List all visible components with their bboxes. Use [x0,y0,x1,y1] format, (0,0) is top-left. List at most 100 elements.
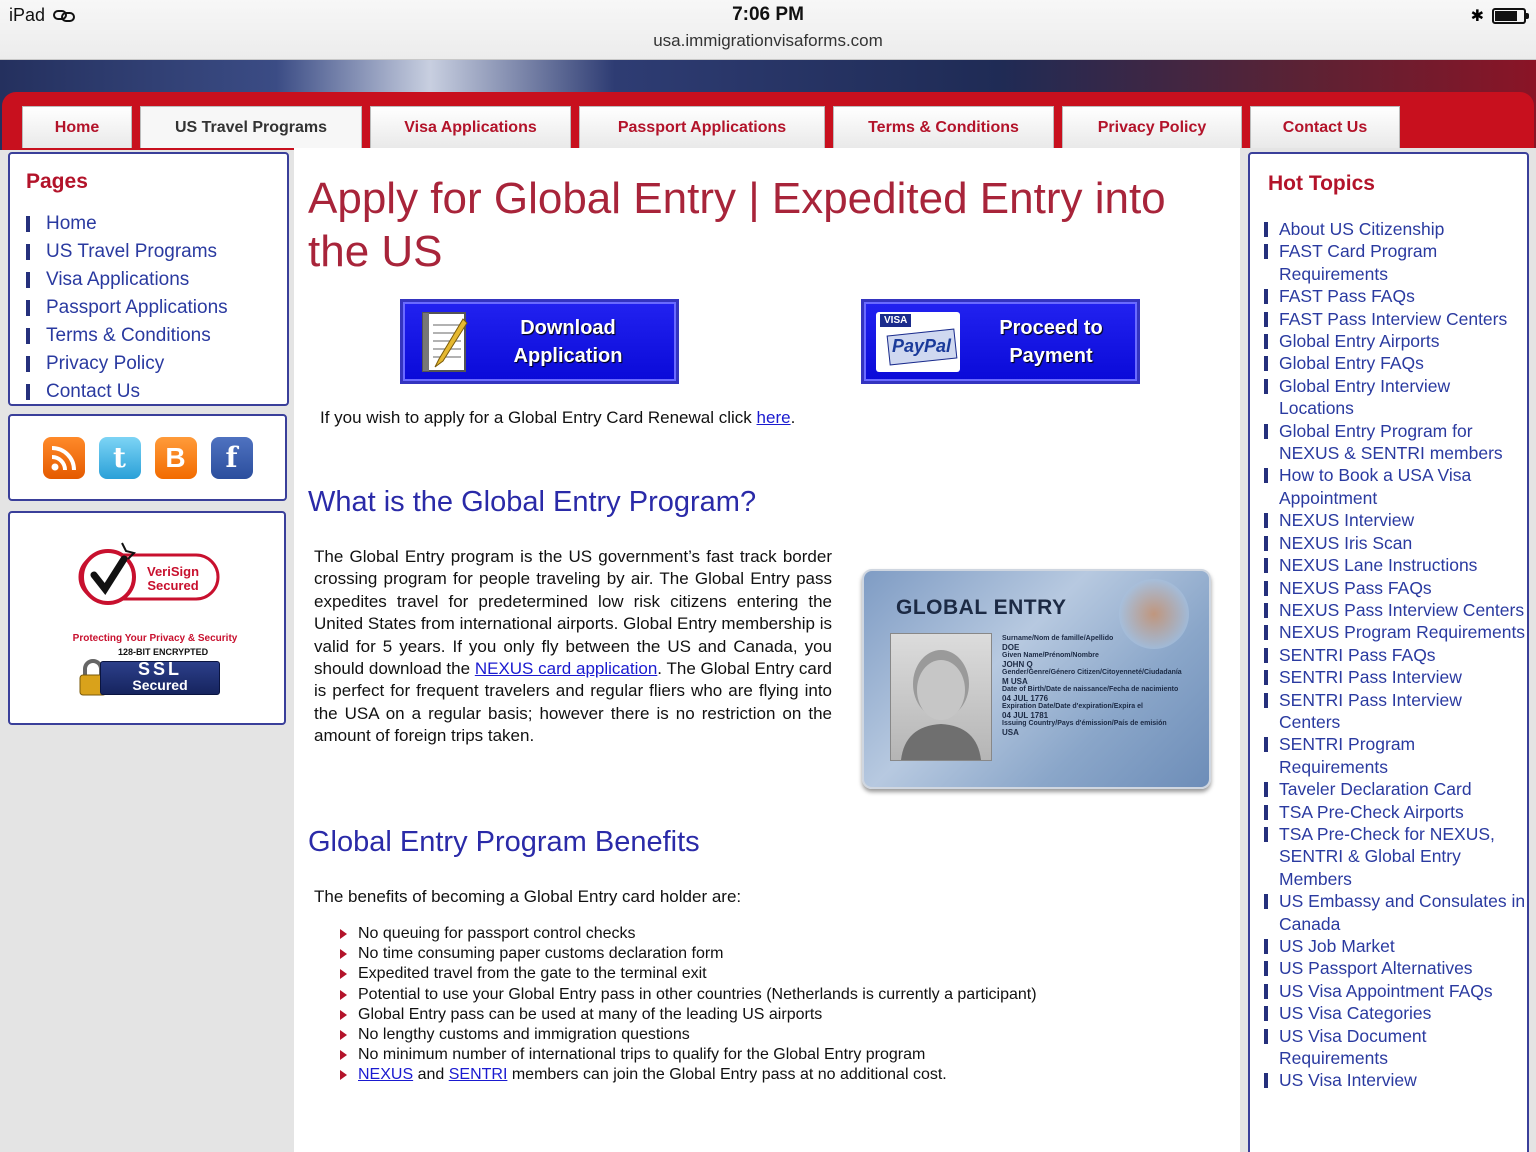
hot-topic-link[interactable]: About US Citizenship [1264,218,1526,240]
sentri-link[interactable]: SENTRI [449,1066,508,1084]
pages-box: Pages Home US Travel Programs Visa Applica… [8,152,289,406]
status-right: ✱ [1470,6,1529,26]
twitter-icon[interactable]: t [98,436,141,479]
rss-icon[interactable] [42,436,85,479]
nav-tab-terms-conditions[interactable]: Terms & Conditions [833,106,1054,148]
benefit-text: Potential to use your Global Entry pass … [358,985,1037,1003]
bullet-bar [26,244,30,260]
bullet-bar [26,272,30,288]
bullet-arrow-icon [340,949,347,960]
hot-topic-link[interactable]: US Visa Interview [1264,1069,1526,1091]
nav-tab-visa-applications[interactable]: Visa Applications [370,106,571,148]
sidebar-item[interactable]: Privacy Policy [26,350,228,378]
nav-tab-contact-us[interactable]: Contact Us [1250,106,1400,148]
renewal-link[interactable]: here [757,408,791,427]
sidebar-item-label: Visa Applications [46,269,190,290]
benefit-item: Global Entry pass can be used at many of… [340,1005,1037,1025]
hot-topic-link[interactable]: US Embassy and Consulates in Canada [1264,890,1526,935]
battery-icon [1492,8,1529,24]
benefit-text: Expedited travel from the gate to the te… [358,965,707,983]
sidebar-item-label: Home [46,213,97,234]
bullet-bar [26,328,30,344]
nav-tab-home[interactable]: Home [22,106,132,148]
nexus-link[interactable]: NEXUS [358,1066,413,1084]
sidebar-item-label: Contact Us [46,381,140,402]
hot-topic-link[interactable]: US Passport Alternatives [1264,957,1526,979]
hot-topic-link[interactable]: NEXUS Interview [1264,509,1526,531]
bullet-arrow-icon [340,1030,347,1041]
hot-topic-link[interactable]: Global Entry Interview Locations [1264,375,1526,420]
hot-topic-link[interactable]: FAST Pass FAQs [1264,285,1526,307]
nav-tab-privacy-policy[interactable]: Privacy Policy [1062,106,1242,148]
hot-topic-link[interactable]: NEXUS Pass FAQs [1264,577,1526,599]
benefit-item: No queuing for passport control checks [340,924,1037,944]
card-line: M USA [1002,676,1028,686]
hot-topic-link[interactable]: How to Book a USA Visa Appointment [1264,464,1526,509]
hot-topic-link[interactable]: Global Entry Program for NEXUS & SENTRI … [1264,420,1526,465]
bullet-bar [26,356,30,372]
card-title: GLOBAL ENTRY [896,596,1067,619]
card-line: Issuing Country/Pays d'émission/País de … [1002,720,1167,727]
benefit-item: Potential to use your Global Entry pass … [340,985,1037,1005]
hot-topic-link[interactable]: TSA Pre-Check for NEXUS, SENTRI & Global… [1264,823,1526,890]
hot-topic-link[interactable]: SENTRI Pass Interview Centers [1264,689,1526,734]
hot-topic-link[interactable]: SENTRI Pass Interview [1264,666,1526,688]
hot-topic-link[interactable]: SENTRI Program Requirements [1264,733,1526,778]
card-line: 04 JUL 1781 [1002,710,1049,720]
bullet-bar [26,384,30,400]
hot-topic-link[interactable]: NEXUS Program Requirements [1264,621,1526,643]
sidebar-item[interactable]: Visa Applications [26,266,228,294]
hot-topic-link[interactable]: US Visa Appointment FAQs [1264,980,1526,1002]
card-line: 04 JUL 1776 [1002,693,1049,703]
hot-topic-link[interactable]: Global Entry FAQs [1264,352,1526,374]
verisign-text: VeriSign Secured [146,564,200,593]
sidebar-item[interactable]: Terms & Conditions [26,322,228,350]
sidebar-item[interactable]: Contact Us [26,378,228,406]
nexus-card-link[interactable]: NEXUS card application [475,659,657,678]
download-application-button[interactable]: Download Application [400,299,679,384]
sidebar-item[interactable]: Passport Applications [26,294,228,322]
nav-tab-passport-applications[interactable]: Passport Applications [579,106,825,148]
bullet-arrow-icon [340,1070,347,1081]
hot-topic-link[interactable]: NEXUS Pass Interview Centers [1264,599,1526,621]
hot-topic-link[interactable]: TSA Pre-Check Airports [1264,801,1526,823]
what-paragraph: The Global Entry program is the US gover… [314,547,832,746]
bluetooth-icon: ✱ [1470,8,1484,25]
hot-topic-link[interactable]: US Visa Categories [1264,1002,1526,1024]
social-box: t B f [8,414,287,501]
benefits-intro: The benefits of becoming a Global Entry … [314,887,742,906]
hot-topic-link[interactable]: US Visa Document Requirements [1264,1025,1526,1070]
hot-topics-box: Hot Topics About US Citizenship FAST Card… [1248,152,1529,1152]
sidebar-item[interactable]: Home [26,210,228,238]
ssl-seal[interactable]: 128-BIT ENCRYPTED SSL Secured [76,633,226,711]
address-bar[interactable]: usa.immigrationvisaforms.com [0,31,1536,51]
pages-title: Pages [26,170,88,193]
hot-topic-link[interactable]: FAST Pass Interview Centers [1264,308,1526,330]
benefit-text: No lengthy customs and immigration quest… [358,1026,690,1044]
payment-label: Proceed to Payment [999,316,1103,367]
hot-topic-link[interactable]: FAST Card Program Requirements [1264,240,1526,285]
proceed-to-payment-button[interactable]: VISA PayPal Proceed to Payment [861,299,1140,384]
nav-tab-us-travel-programs[interactable]: US Travel Programs [140,106,362,148]
hot-topics-title: Hot Topics [1268,172,1375,195]
hot-topic-link[interactable]: NEXUS Lane Instructions [1264,554,1526,576]
card-line: DOE [1002,642,1020,652]
blogger-icon[interactable]: B [154,436,197,479]
sidebar-item-label: Privacy Policy [46,353,165,374]
sidebar-item[interactable]: US Travel Programs [26,238,228,266]
document-icon [421,311,473,373]
benefit-item: No time consuming paper customs declarat… [340,944,1037,964]
benefit-item: Expedited travel from the gate to the te… [340,964,1037,984]
hot-topic-link[interactable]: Global Entry Airports [1264,330,1526,352]
paypal-icon: VISA PayPal [876,311,960,372]
benefit-text: Global Entry pass can be used at many of… [358,1005,823,1023]
hot-topic-link[interactable]: SENTRI Pass FAQs [1264,644,1526,666]
benefits-list: No queuing for passport control checks No… [340,924,1037,1086]
hot-topic-link[interactable]: Taveler Declaration Card [1264,778,1526,800]
secured-text: Secured [132,677,188,693]
facebook-icon[interactable]: f [210,436,253,479]
verisign-seal[interactable]: VeriSign Secured [78,539,222,609]
hot-topic-link[interactable]: NEXUS Iris Scan [1264,532,1526,554]
hot-topic-link[interactable]: US Job Market [1264,935,1526,957]
card-line: JOHN Q [1002,659,1033,669]
